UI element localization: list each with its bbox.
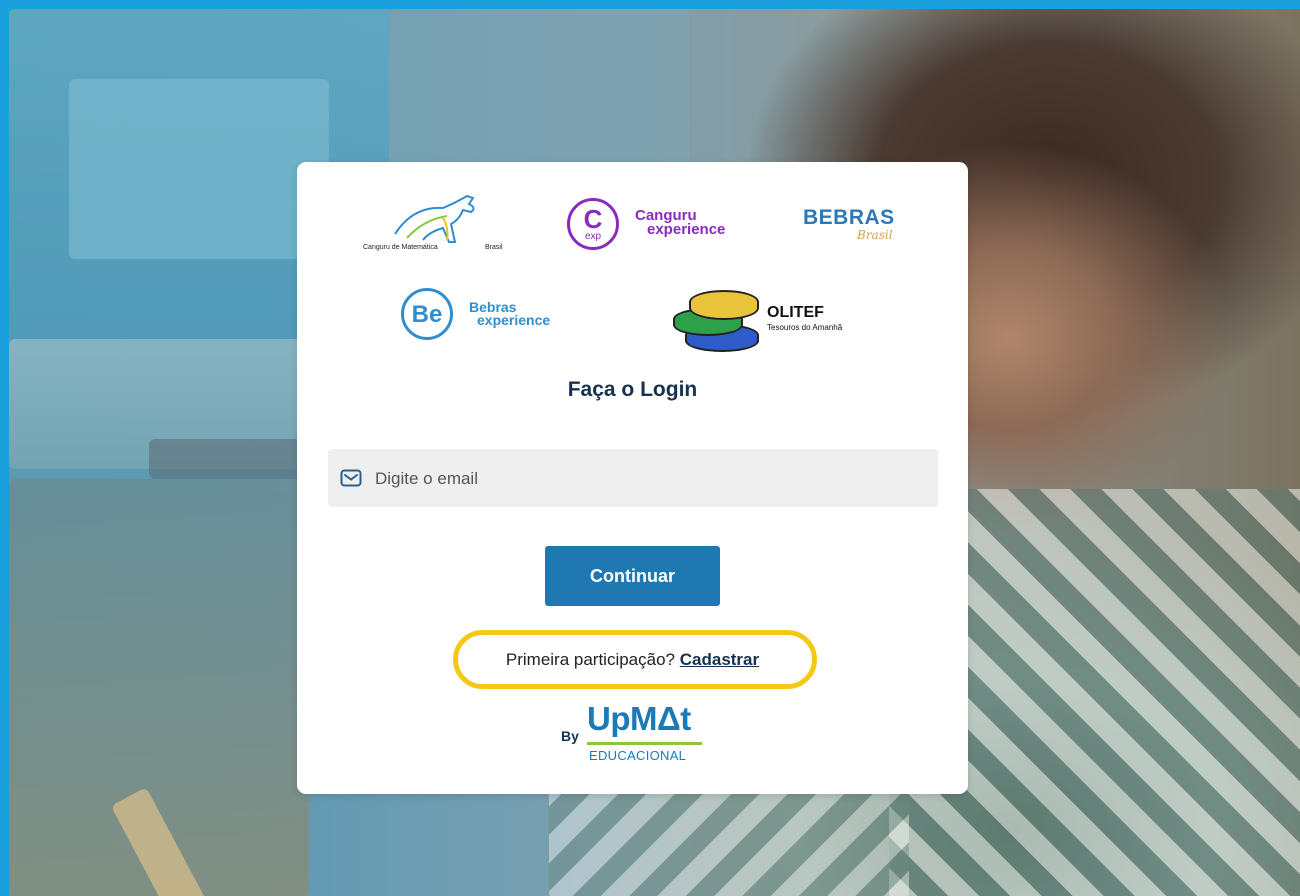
brand-name: UpMΔt xyxy=(587,700,691,737)
canguru-logo-country: Brasil xyxy=(485,244,503,251)
login-title: Faça o Login xyxy=(567,378,698,401)
cexp-wordmark: Canguru experience xyxy=(635,208,726,238)
olitef-logo: OLITEF Tesouros do Amanhã xyxy=(669,288,869,352)
bebras-brasil-logo: BEBRAS Brasil xyxy=(797,206,907,246)
coin-icon xyxy=(689,290,759,320)
olitef-wordmark: OLITEF Tesouros do Amanhã xyxy=(767,304,842,332)
bg-shape xyxy=(389,9,689,169)
canguru-logo-text: Canguru de Matemática xyxy=(363,244,438,251)
email-field-container[interactable] xyxy=(328,449,938,509)
brand-sub: EDUCACIONAL xyxy=(589,748,687,763)
canguru-experience-logo: C exp Canguru experience xyxy=(567,198,747,258)
continue-button[interactable]: Continuar xyxy=(545,546,720,606)
email-input[interactable] xyxy=(373,449,927,509)
bebras-country: Brasil xyxy=(857,228,893,242)
first-time-text: Primeira participação? xyxy=(505,650,676,669)
bebras-experience-logo: Be Bebras experience xyxy=(401,288,601,348)
brand-by: By xyxy=(561,728,579,744)
signup-link[interactable]: Cadastrar xyxy=(680,650,759,669)
mail-icon xyxy=(340,469,362,492)
canguru-logo: Canguru de Matemática Brasil xyxy=(363,194,511,260)
kangaroo-icon xyxy=(394,194,475,243)
cexp-line2: experience xyxy=(647,221,726,238)
olitef-line1: OLITEF xyxy=(767,304,824,321)
olitef-line2: Tesouros do Amanhã xyxy=(767,323,843,332)
be-badge: Be xyxy=(401,288,453,340)
cexp-badge-sub: exp xyxy=(584,231,602,242)
be-badge-text: Be xyxy=(411,301,443,328)
signup-prompt: Primeira participação? Cadastrar xyxy=(297,650,968,670)
cexp-badge: C exp xyxy=(567,198,619,250)
bg-shape xyxy=(69,79,329,259)
upmat-brand: By UpMΔt EDUCACIONAL xyxy=(561,698,711,768)
bg-shape xyxy=(149,439,319,479)
beexp-line2: experience xyxy=(477,312,551,328)
beexp-wordmark: Bebras experience xyxy=(469,300,551,328)
bebras-wordmark: BEBRAS xyxy=(803,206,895,229)
brand-underline xyxy=(587,742,702,745)
login-card: Canguru de Matemática Brasil C exp Cangu… xyxy=(297,162,968,794)
